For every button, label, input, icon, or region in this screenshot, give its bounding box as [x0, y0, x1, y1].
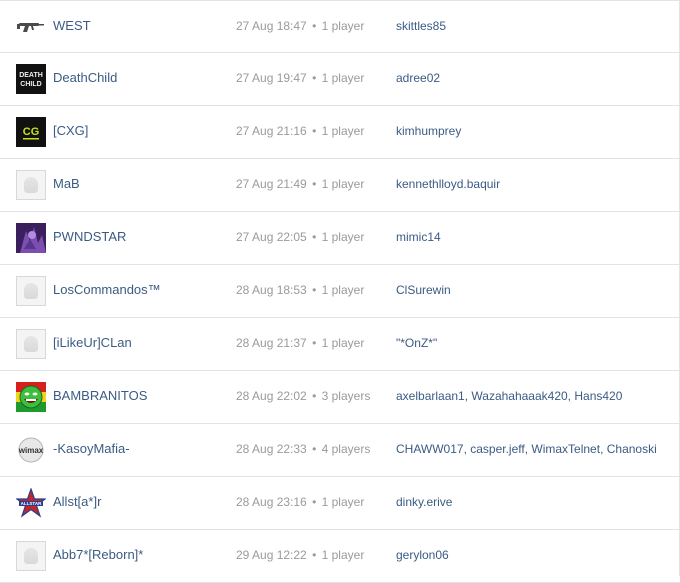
- member-list[interactable]: gerylon06: [396, 548, 449, 562]
- member-list[interactable]: adree02: [396, 71, 440, 85]
- clan-name[interactable]: [CXG]: [53, 123, 88, 138]
- created-date: 27 Aug 21:16: [236, 124, 307, 138]
- member-list[interactable]: ClSurewin: [396, 283, 451, 297]
- member-list[interactable]: dinky.erive: [396, 495, 452, 509]
- clan-meta: 28 Aug 18:53 • 1 player: [236, 283, 364, 297]
- created-date: 28 Aug 22:02: [236, 389, 307, 403]
- clan-list: WEST 27 Aug 18:47 • 1 player skittles85 …: [0, 0, 680, 583]
- clan-row[interactable]: BAMBRANITOS 28 Aug 22:02 • 3 players axe…: [0, 371, 680, 424]
- clan-meta: 28 Aug 21:37 • 1 player: [236, 336, 364, 350]
- member-list[interactable]: axelbarlaan1, Wazahahaaak420, Hans420: [396, 389, 622, 403]
- clan-meta: 27 Aug 22:05 • 1 player: [236, 230, 364, 244]
- clan-meta: 27 Aug 18:47 • 1 player: [236, 19, 364, 33]
- svg-text:CG: CG: [23, 126, 40, 138]
- member-list[interactable]: CHAWW017, casper.jeff, WimaxTelnet, Chan…: [396, 442, 657, 456]
- created-date: 29 Aug 12:22: [236, 548, 307, 562]
- separator: •: [312, 336, 317, 350]
- clan-name[interactable]: WEST: [53, 18, 91, 33]
- separator: •: [312, 230, 317, 244]
- svg-text:wimax: wimax: [18, 446, 44, 455]
- member-list[interactable]: kennethlloyd.baquir: [396, 177, 500, 191]
- clan-row[interactable]: WEST 27 Aug 18:47 • 1 player skittles85: [0, 0, 680, 53]
- clan-row[interactable]: DEATH CHILD DeathChild 27 Aug 19:47 • 1 …: [0, 53, 680, 106]
- clan-meta: 27 Aug 21:49 • 1 player: [236, 177, 364, 191]
- gun-icon[interactable]: [16, 12, 46, 42]
- created-date: 28 Aug 23:16: [236, 495, 307, 509]
- clan-name[interactable]: PWNDSTAR: [53, 229, 126, 244]
- player-count: 1 player: [321, 71, 365, 85]
- wimax-logo[interactable]: wimax: [16, 435, 46, 465]
- clan-row[interactable]: Abb7*[Reborn]* 29 Aug 12:22 • 1 player g…: [0, 530, 680, 583]
- created-date: 28 Aug 18:53: [236, 283, 307, 297]
- clan-row[interactable]: LosCommandos™ 28 Aug 18:53 • 1 player Cl…: [0, 265, 680, 318]
- clan-name[interactable]: -KasoyMafia-: [53, 441, 130, 456]
- clan-meta: 29 Aug 12:22 • 1 player: [236, 548, 364, 562]
- separator: •: [312, 495, 317, 509]
- clan-name[interactable]: Allst[a*]r: [53, 494, 101, 509]
- default-avatar-icon[interactable]: [16, 170, 46, 200]
- created-date: 28 Aug 22:33: [236, 442, 307, 456]
- clan-name[interactable]: Abb7*[Reborn]*: [53, 547, 143, 562]
- svg-text:DEATH: DEATH: [19, 72, 43, 79]
- cxg-logo[interactable]: CG: [16, 117, 46, 147]
- player-count: 3 players: [321, 389, 371, 403]
- clan-name[interactable]: LosCommandos™: [53, 282, 161, 297]
- clan-meta: 28 Aug 22:02 • 3 players: [236, 389, 370, 403]
- rasta-face-avatar[interactable]: [16, 382, 46, 412]
- clan-row[interactable]: MaB 27 Aug 21:49 • 1 player kennethlloyd…: [0, 159, 680, 212]
- member-list[interactable]: "*OnZ*": [396, 336, 437, 350]
- separator: •: [312, 283, 317, 297]
- created-date: 28 Aug 21:37: [236, 336, 307, 350]
- member-list[interactable]: kimhumprey: [396, 124, 461, 138]
- separator: •: [312, 71, 317, 85]
- player-count: 1 player: [321, 230, 365, 244]
- clan-meta: 28 Aug 22:33 • 4 players: [236, 442, 370, 456]
- separator: •: [312, 389, 317, 403]
- default-avatar-icon[interactable]: [16, 329, 46, 359]
- member-list[interactable]: mimic14: [396, 230, 441, 244]
- player-count: 4 players: [321, 442, 371, 456]
- player-count: 1 player: [321, 283, 365, 297]
- separator: •: [312, 442, 317, 456]
- svg-text:CHILD: CHILD: [20, 81, 41, 88]
- separator: •: [312, 19, 317, 33]
- player-count: 1 player: [321, 548, 365, 562]
- clan-meta: 27 Aug 19:47 • 1 player: [236, 71, 364, 85]
- clan-row[interactable]: PWNDSTAR 27 Aug 22:05 • 1 player mimic14: [0, 212, 680, 265]
- player-count: 1 player: [321, 19, 365, 33]
- member-list[interactable]: skittles85: [396, 19, 446, 33]
- clan-name[interactable]: BAMBRANITOS: [53, 388, 147, 403]
- player-count: 1 player: [321, 124, 365, 138]
- separator: •: [312, 548, 317, 562]
- svg-text:ALLSTAR: ALLSTAR: [21, 501, 42, 506]
- allstar-logo[interactable]: ALLSTAR: [16, 488, 46, 518]
- default-avatar-icon[interactable]: [16, 276, 46, 306]
- deathchild-logo[interactable]: DEATH CHILD: [16, 64, 46, 94]
- clan-name[interactable]: MaB: [53, 176, 80, 191]
- clan-row[interactable]: wimax -KasoyMafia- 28 Aug 22:33 • 4 play…: [0, 424, 680, 477]
- clan-meta: 28 Aug 23:16 • 1 player: [236, 495, 364, 509]
- created-date: 27 Aug 19:47: [236, 71, 307, 85]
- created-date: 27 Aug 21:49: [236, 177, 307, 191]
- clan-row[interactable]: CG [CXG] 27 Aug 21:16 • 1 player kimhump…: [0, 106, 680, 159]
- player-count: 1 player: [321, 336, 365, 350]
- clan-row[interactable]: [iLikeUr]CLan 28 Aug 21:37 • 1 player "*…: [0, 318, 680, 371]
- separator: •: [312, 124, 317, 138]
- clan-name[interactable]: [iLikeUr]CLan: [53, 335, 132, 350]
- clan-meta: 27 Aug 21:16 • 1 player: [236, 124, 364, 138]
- separator: •: [312, 177, 317, 191]
- player-count: 1 player: [321, 495, 365, 509]
- pwndstar-avatar[interactable]: [16, 223, 46, 253]
- created-date: 27 Aug 18:47: [236, 19, 307, 33]
- default-avatar-icon[interactable]: [16, 541, 46, 571]
- clan-name[interactable]: DeathChild: [53, 70, 117, 85]
- player-count: 1 player: [321, 177, 365, 191]
- clan-row[interactable]: ALLSTAR Allst[a*]r 28 Aug 23:16 • 1 play…: [0, 477, 680, 530]
- created-date: 27 Aug 22:05: [236, 230, 307, 244]
